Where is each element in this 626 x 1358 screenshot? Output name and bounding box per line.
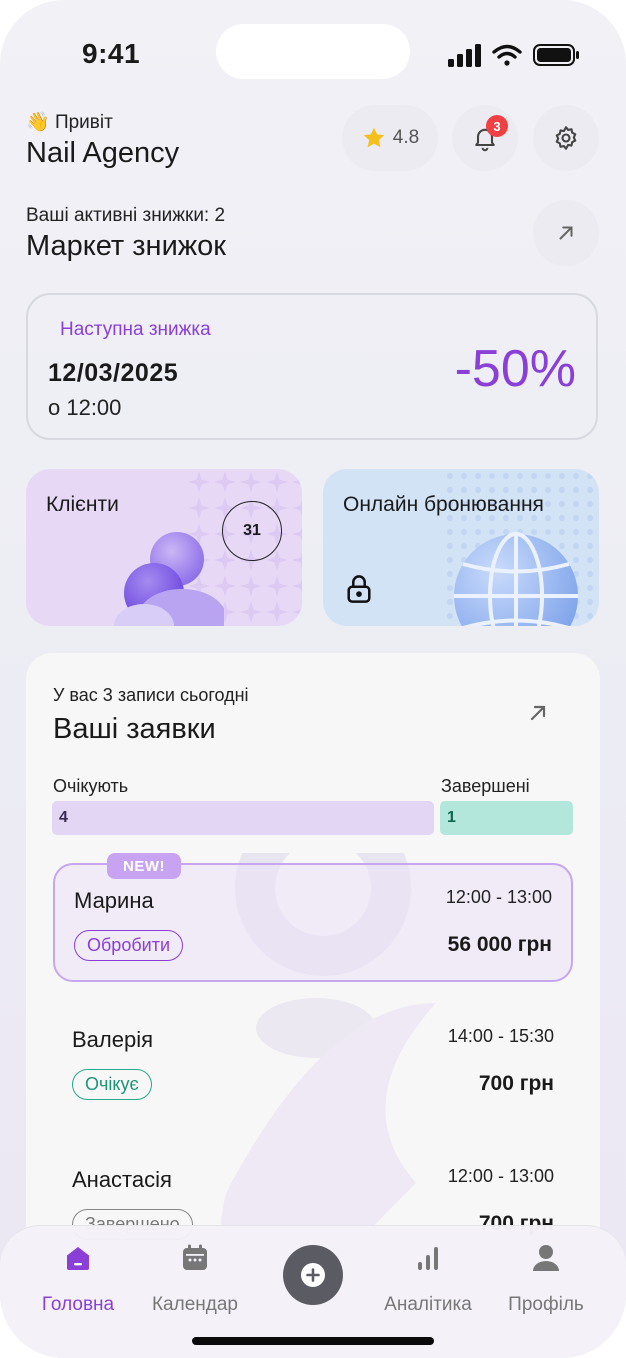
new-badge: NEW! (107, 853, 181, 879)
star-icon (363, 127, 385, 148)
request-item[interactable]: NEW! Марина 12:00 - 13:00 Обробити 56 00… (53, 853, 573, 982)
clients-tile[interactable]: Клієнти 31 (26, 469, 302, 626)
request-time: 14:00 - 15:30 (447, 1026, 554, 1046)
greeting-text: Привіт (54, 112, 113, 133)
clients-count: 31 (222, 501, 282, 561)
open-requests-arrow-icon[interactable] (526, 701, 550, 725)
next-discount-time: о 12:00 (48, 395, 122, 420)
online-booking-title: Онлайн бронювання (343, 493, 544, 516)
tab-calendar-label: Календар (151, 1294, 238, 1315)
request-price: 700 грн (478, 1072, 554, 1095)
home-indicator (192, 1337, 434, 1345)
requests-subtitle: У вас 3 записи сьогодні (53, 685, 249, 705)
tab-analytics-label: Аналітика (384, 1294, 472, 1315)
rating-button[interactable]: 4.8 (342, 105, 438, 171)
done-label: Завершені (441, 776, 530, 796)
arrow-up-right-icon (559, 226, 573, 240)
globe-icon (454, 532, 578, 626)
request-time: 12:00 - 13:00 (447, 1166, 554, 1186)
next-discount-date: 12/03/2025 (48, 359, 179, 387)
next-discount-card[interactable]: Наступна знижка 12/03/2025 о 12:00 -50% (26, 293, 598, 440)
plus-icon (301, 1263, 325, 1287)
requests-title: Ваші заявки (53, 713, 216, 745)
lock-icon (347, 575, 371, 603)
request-time: 12:00 - 13:00 (445, 887, 552, 907)
wifi-icon (492, 44, 522, 66)
greeting: 👋 Привіт (26, 110, 113, 134)
request-price: 56 000 грн (447, 933, 552, 956)
process-button[interactable]: Обробити (74, 930, 183, 961)
dynamic-island (216, 24, 410, 79)
open-market-button[interactable] (533, 200, 599, 266)
status-time: 9:41 (82, 38, 141, 69)
tab-home-label: Головна (41, 1294, 115, 1315)
phone-screen: 9:41 👋 Привіт Nail Agency 4.8 3 Ваші акт… (0, 0, 626, 1358)
waiting-count: 4 (59, 809, 68, 826)
status-icons (448, 44, 579, 67)
analytics-icon (418, 1247, 438, 1270)
rating-value: 4.8 (392, 127, 420, 148)
request-client-name: Марина (74, 888, 154, 913)
gear-icon (555, 126, 577, 150)
add-button[interactable] (283, 1245, 343, 1305)
done-bar[interactable]: 1 (440, 801, 573, 835)
online-booking-tile[interactable]: Онлайн бронювання (323, 469, 599, 626)
tab-profile-label: Профіль (508, 1294, 584, 1315)
request-client-name: Анастасія (72, 1167, 172, 1192)
clients-title: Клієнти (46, 493, 119, 516)
request-client-name: Валерія (72, 1027, 154, 1052)
waiting-label: Очікують (53, 776, 129, 796)
notification-badge: 3 (486, 115, 508, 137)
done-count: 1 (447, 809, 456, 826)
request-item[interactable]: Валерія 14:00 - 15:30 Очікує 700 грн (53, 1004, 573, 1123)
profile-icon (533, 1245, 559, 1271)
signal-icon (448, 44, 481, 67)
clients-illustration-icon (114, 532, 224, 626)
active-discounts-label: Ваші активні знижки: 2 (26, 205, 226, 226)
battery-icon (533, 44, 579, 66)
settings-button[interactable] (533, 105, 599, 171)
wave-icon: 👋 (26, 112, 50, 133)
next-discount-label: Наступна знижка (60, 319, 211, 340)
status-badge-waiting: Очікує (72, 1069, 152, 1100)
home-icon (67, 1247, 89, 1270)
next-discount-percent: -50% (454, 340, 576, 398)
brand-name: Nail Agency (26, 137, 180, 169)
discounts-market-title: Маркет знижок (26, 230, 226, 262)
notifications-button[interactable] (452, 105, 518, 171)
waiting-bar[interactable]: 4 (52, 801, 434, 835)
calendar-icon (183, 1244, 207, 1270)
